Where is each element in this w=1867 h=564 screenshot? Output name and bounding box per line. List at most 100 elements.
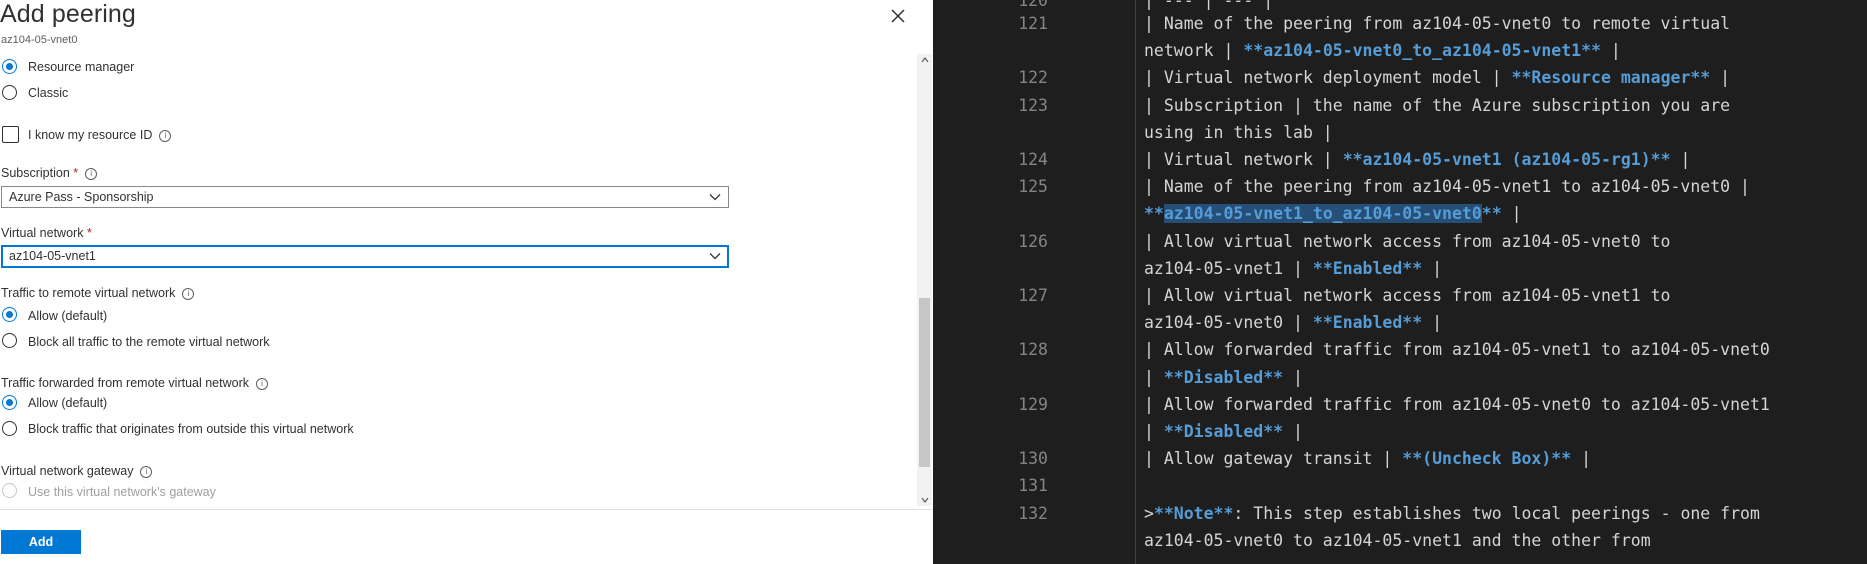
code-text: | Virtual network deployment model | xyxy=(1144,68,1512,88)
code-line: **az104-05-vnet1_to_az104-05-vnet0** | xyxy=(1144,200,1522,227)
bold-markdown: **az104-05-vnet0_to_az104-05-vnet1** xyxy=(1243,41,1601,61)
code-line: az104-05-vnet1 | **Enabled** | xyxy=(1144,255,1442,282)
virtual-network-label-text: Virtual network xyxy=(1,226,84,240)
resource-id-checkbox[interactable] xyxy=(2,126,19,143)
line-number: 129 xyxy=(1018,394,1048,414)
code-line: | Virtual network | **az104-05-vnet1 (az… xyxy=(1144,146,1690,173)
required-mark: * xyxy=(86,226,92,240)
code-line: network | **az104-05-vnet0_to_az104-05-v… xyxy=(1144,37,1621,64)
virtual-network-dropdown[interactable]: az104-05-vnet1 xyxy=(1,245,729,268)
code-text: | Subscription | the name of the Azure s… xyxy=(1144,95,1731,115)
code-text: az104-05-vnet0 to az104-05-vnet1 and the… xyxy=(1144,530,1651,550)
code-text: > xyxy=(1144,503,1154,523)
add-button[interactable]: Add xyxy=(1,530,81,554)
line-number: 126 xyxy=(1018,231,1048,251)
code-line: az104-05-vnet0 | **Enabled** | xyxy=(1144,309,1442,336)
info-icon[interactable]: i xyxy=(256,378,268,390)
code-line: | Subscription | the name of the Azure s… xyxy=(1144,92,1730,119)
code-text: | Allow forwarded traffic from az104-05-… xyxy=(1144,340,1770,360)
code-line: | **Disabled** | xyxy=(1144,364,1303,391)
code-text: | Virtual network | xyxy=(1144,150,1343,169)
bold-markdown: **Disabled** xyxy=(1163,422,1284,441)
info-icon[interactable]: i xyxy=(182,288,195,300)
code-text: | xyxy=(1710,68,1731,88)
bold-markdown: **Resource manager** xyxy=(1511,68,1711,88)
code-line: | Allow gateway transit | **(Uncheck Box… xyxy=(1144,445,1591,472)
line-number: 121 xyxy=(1018,14,1048,33)
required-mark: * xyxy=(73,166,79,180)
resource-id-label-text: I know my resource ID xyxy=(28,128,153,142)
radio-forwarded-block[interactable] xyxy=(2,421,17,436)
subscription-label-text: Subscription xyxy=(1,166,70,180)
info-icon[interactable]: i xyxy=(140,466,153,478)
subscription-dropdown[interactable]: Azure Pass - Sponsorship xyxy=(1,186,729,208)
code-text: | xyxy=(1600,41,1621,61)
radio-traffic-block[interactable] xyxy=(2,333,17,348)
add-peering-panel: Add peering az104-05-vnet0 Resource mana… xyxy=(0,0,933,564)
bold-markdown: **(Uncheck Box)** xyxy=(1402,449,1572,469)
line-number: 125 xyxy=(1018,177,1048,197)
bold-markdown: **Disabled** xyxy=(1163,367,1284,387)
code-text: | xyxy=(1144,367,1164,387)
info-icon[interactable]: i xyxy=(159,130,172,142)
code-text: az104-05-vnet1 | xyxy=(1144,258,1313,278)
code-text: | xyxy=(1571,449,1592,469)
line-number: 128 xyxy=(1018,340,1048,360)
code-line: | **Disabled** | xyxy=(1144,418,1303,445)
code-line: using in this lab | xyxy=(1144,119,1333,146)
code-line: | Allow virtual network access from az10… xyxy=(1144,282,1671,309)
radio-label-traffic-block: Block all traffic to the remote virtual … xyxy=(28,335,270,349)
code-text: using in this lab | xyxy=(1144,122,1333,142)
code-text: network | xyxy=(1144,41,1244,61)
line-number: 132 xyxy=(1018,503,1048,523)
resource-id-label: I know my resource ID i xyxy=(28,128,172,142)
virtual-network-value: az104-05-vnet1 xyxy=(9,249,96,263)
code-line: az104-05-vnet0 to az104-05-vnet1 and the… xyxy=(1144,527,1651,554)
code-text: | xyxy=(1422,258,1443,278)
code-line: >**Note**: This step establishes two loc… xyxy=(1144,500,1760,527)
code-text: | xyxy=(1670,150,1691,169)
code-line: | Allow virtual network access from az10… xyxy=(1144,228,1671,255)
radio-label-forwarded-allow: Allow (default) xyxy=(28,396,108,410)
page-title: Add peering xyxy=(0,0,136,28)
line-number: 127 xyxy=(1018,286,1048,305)
subscription-value: Azure Pass - Sponsorship xyxy=(9,190,154,204)
scroll-up-arrow-icon[interactable] xyxy=(921,56,929,64)
radio-classic[interactable] xyxy=(2,85,17,100)
radio-label-resource-manager: Resource manager xyxy=(28,60,135,74)
radio-traffic-allow[interactable] xyxy=(2,307,17,322)
bold-markdown: **az104-05-vnet1 (az104-05-rg1)** xyxy=(1342,150,1671,169)
line-number: 130 xyxy=(1018,449,1048,469)
code-text: az104-05-vnet0 | xyxy=(1144,313,1313,333)
bold-markdown: **Enabled** xyxy=(1312,313,1423,333)
radio-label-forwarded-block: Block traffic that originates from outsi… xyxy=(28,422,354,436)
radio-label-traffic-allow: Allow (default) xyxy=(28,309,108,323)
bold-markdown: ** xyxy=(1144,204,1164,224)
line-number: 123 xyxy=(1018,95,1048,115)
scroll-down-arrow-icon[interactable] xyxy=(921,496,929,504)
code-text: | Allow gateway transit | xyxy=(1144,449,1403,469)
gateway-label: Virtual network gateway i xyxy=(1,464,153,478)
subscription-label: Subscription * i xyxy=(1,166,98,180)
code-text: | xyxy=(1501,204,1522,224)
radio-use-gateway xyxy=(2,483,17,498)
code-text: | Allow virtual network access from az10… xyxy=(1144,286,1671,305)
code-text: : This step establishes two local peerin… xyxy=(1233,503,1760,523)
chevron-down-icon xyxy=(709,194,721,201)
code-text: | Allow virtual network access from az10… xyxy=(1144,231,1671,251)
scrollbar-thumb[interactable] xyxy=(919,298,930,467)
code-editor[interactable]: | --- | --- | 120 121 | Name of the peeri… xyxy=(933,0,1867,564)
bold-markdown: ** xyxy=(1481,204,1502,224)
code-line: | Name of the peering from az104-05-vnet… xyxy=(1144,173,1750,200)
radio-resource-manager[interactable] xyxy=(2,59,17,74)
code-line: | Allow forwarded traffic from az104-05-… xyxy=(1144,391,1770,418)
code-text: | Allow forwarded traffic from az104-05-… xyxy=(1144,394,1770,414)
traffic-to-remote-label-text: Traffic to remote virtual network xyxy=(1,286,176,300)
footer-divider xyxy=(0,509,933,510)
radio-forwarded-allow[interactable] xyxy=(2,395,17,410)
traffic-forwarded-label-text: Traffic forwarded from remote virtual ne… xyxy=(1,376,249,390)
info-icon[interactable]: i xyxy=(85,168,98,180)
close-icon[interactable] xyxy=(888,6,908,26)
radio-label-use-gateway: Use this virtual network's gateway xyxy=(28,485,216,499)
code-text: | xyxy=(1422,313,1443,333)
